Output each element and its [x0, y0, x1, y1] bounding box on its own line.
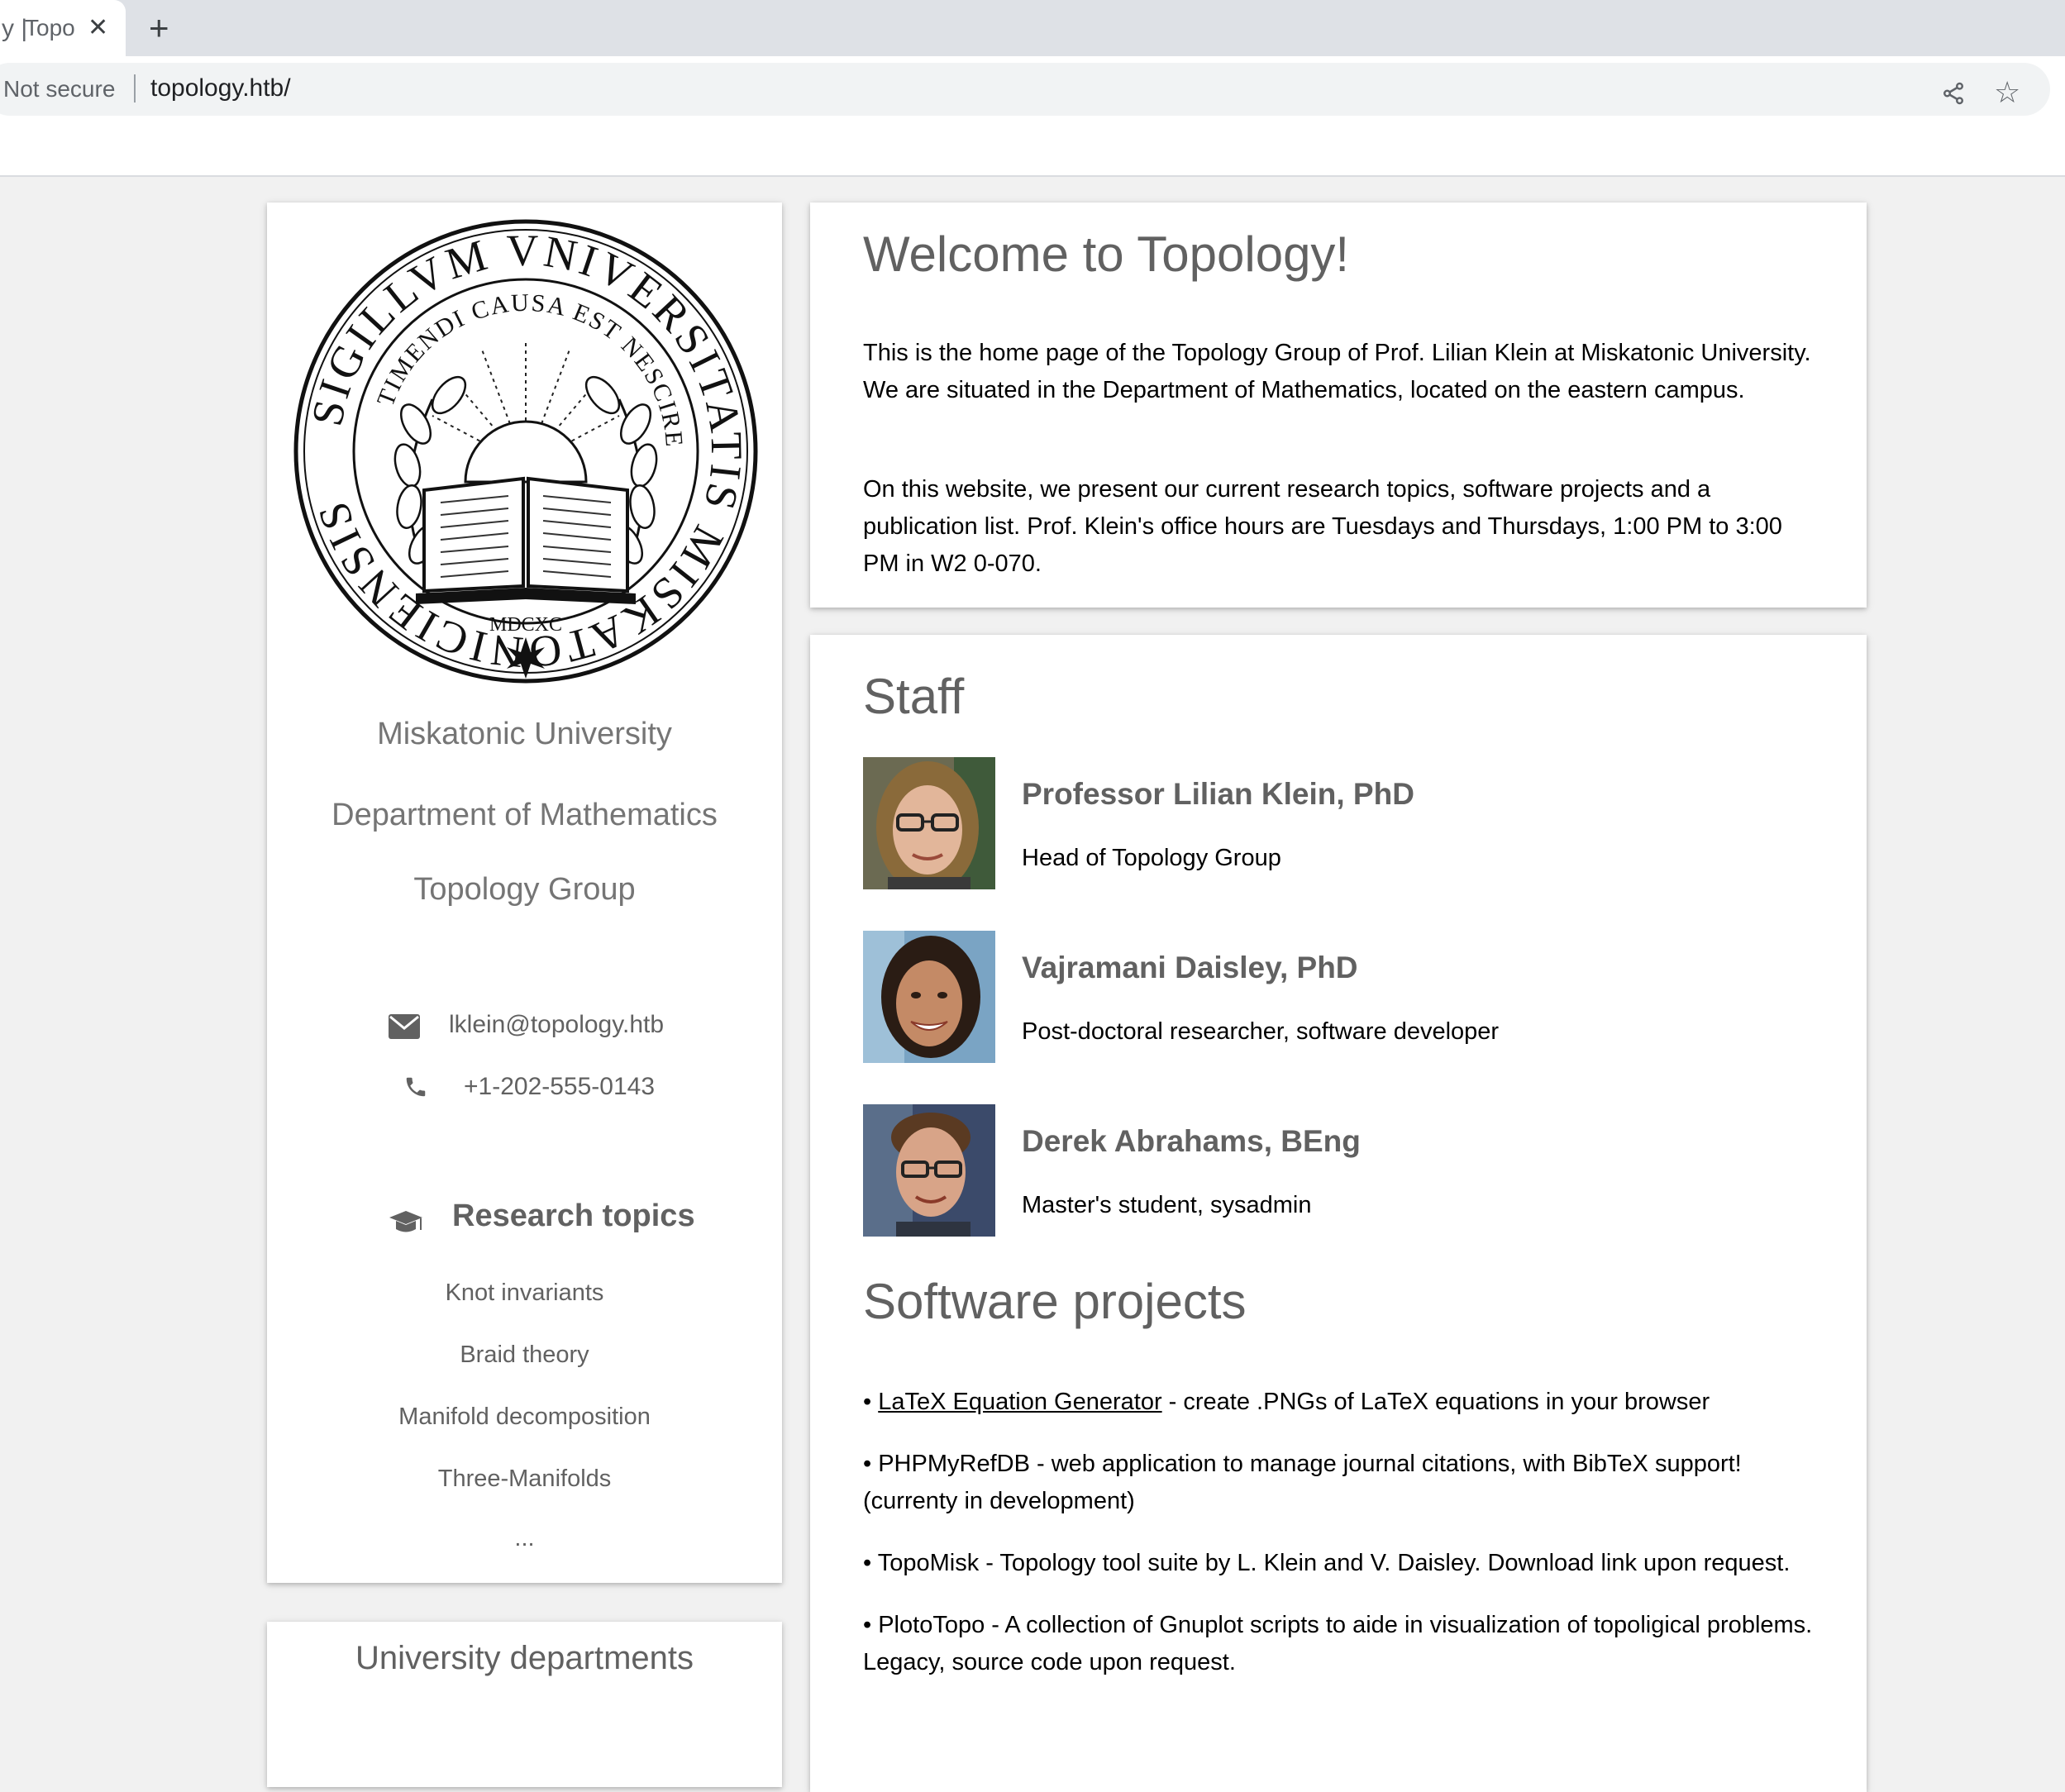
bullet: • [863, 1451, 872, 1477]
bookmark-star-icon[interactable]: ☆ [1994, 78, 2020, 107]
staff-name: Vajramani Daisley, PhD [1022, 951, 1358, 984]
group-name: Topology Group [413, 872, 636, 907]
envelope-icon [389, 1014, 420, 1039]
bullet: • [863, 1550, 872, 1576]
tab-title: Topology Group [25, 15, 76, 41]
topic-item: Manifold decomposition [398, 1404, 651, 1430]
phone-number[interactable]: +1-202-555-0143 [464, 1073, 655, 1101]
software-item-text: - create .PNGs of LaTeX equations in you… [1161, 1389, 1710, 1415]
new-tab-button[interactable]: + [149, 8, 169, 48]
departments-card: University departments [267, 1622, 782, 1787]
topic-item-more: ... [514, 1525, 535, 1551]
software-item: • PHPMyRefDB - web application to manage… [863, 1446, 1838, 1520]
welcome-title: Welcome to Topology! [863, 226, 1350, 282]
staff-photo-klein [863, 757, 995, 889]
departments-heading: University departments [355, 1640, 694, 1676]
software-item-text: TopoMisk - Topology tool suite by L. Kle… [877, 1550, 1791, 1576]
phone-icon [406, 1077, 426, 1097]
software-item-text: PHPMyRefDB - web application to manage j… [863, 1451, 1742, 1514]
graduation-cap-icon [389, 1211, 422, 1232]
url-text[interactable]: topology.htb/ [150, 74, 291, 102]
latex-generator-link[interactable]: LaTeX Equation Generator [878, 1389, 1161, 1415]
welcome-card: Welcome to Topology! This is the home pa… [810, 203, 1867, 608]
sidebar-card: SIGILLVM VNIVERSITATIS MISKATONICIENSIS … [267, 203, 782, 1583]
software-item-text: PlotoTopo - A collection of Gnuplot scri… [863, 1612, 1813, 1675]
software-item: • LaTeX Equation Generator - create .PNG… [863, 1384, 1838, 1421]
security-label[interactable]: Not secure [3, 76, 115, 102]
welcome-paragraph: On this website, we present our current … [863, 476, 1782, 577]
staff-software-card: Staff Professor Lilian Klein, PhD Head o… [810, 635, 1867, 1792]
tab-separator: y | [2, 15, 28, 42]
staff-role: Master's student, sysadmin [1022, 1192, 1312, 1218]
staff-role: Head of Topology Group [1022, 845, 1281, 871]
topic-item: Knot invariants [445, 1280, 604, 1306]
department-name: Department of Mathematics [331, 798, 718, 832]
bullet: • [863, 1612, 872, 1638]
close-icon[interactable]: ✕ [88, 13, 108, 42]
email-link[interactable]: lklein@topology.htb [449, 1011, 664, 1039]
software-title: Software projects [863, 1274, 1247, 1329]
university-name: Miskatonic University [377, 717, 672, 751]
share-icon[interactable] [1941, 81, 1966, 106]
staff-name: Professor Lilian Klein, PhD [1022, 777, 1414, 811]
topic-item: Three-Manifolds [437, 1466, 612, 1492]
software-item: • PlotoTopo - A collection of Gnuplot sc… [863, 1607, 1838, 1681]
welcome-paragraph: This is the home page of the Topology Gr… [863, 340, 1811, 403]
staff-role: Post-doctoral researcher, software devel… [1022, 1018, 1500, 1045]
tab-strip: y | Topology Group ✕ + [0, 0, 2065, 56]
topic-item: Braid theory [460, 1342, 589, 1368]
bullet: • [863, 1389, 872, 1415]
seal-year: MDCXC [489, 614, 562, 636]
omnibox-divider [134, 74, 136, 102]
browser-tab[interactable]: y | Topology Group ✕ [0, 0, 126, 56]
address-bar[interactable]: Not secure topology.htb/ ☆ [0, 63, 2050, 116]
staff-photo-daisley [863, 931, 995, 1063]
software-item: • TopoMisk - Topology tool suite by L. K… [863, 1545, 1838, 1582]
university-seal-logo: SIGILLVM VNIVERSITATIS MISKATONICIENSIS … [293, 219, 758, 684]
browser-toolbar: Not secure topology.htb/ ☆ [0, 56, 2065, 177]
staff-name: Derek Abrahams, BEng [1022, 1124, 1361, 1158]
staff-title: Staff [863, 669, 965, 724]
research-topics-title: Research topics [452, 1199, 695, 1233]
staff-photo-abrahams [863, 1104, 995, 1237]
